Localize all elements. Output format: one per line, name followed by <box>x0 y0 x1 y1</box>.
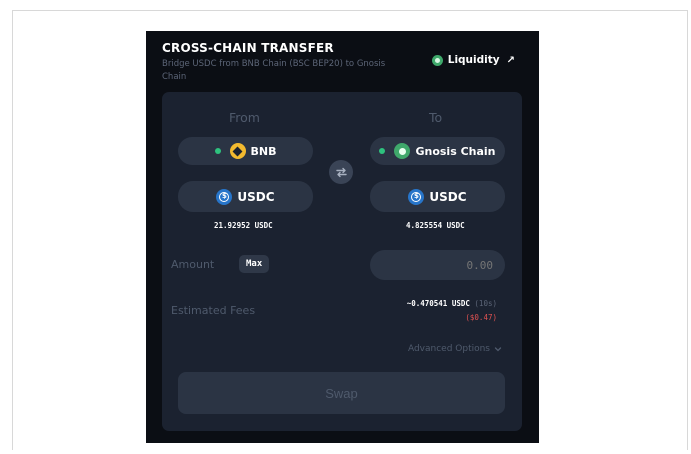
amount-label: Amount <box>171 258 215 271</box>
from-token-label: USDC <box>237 189 275 204</box>
bnb-icon <box>229 143 246 159</box>
estimated-fees-value: ~0.470541 USDC (10s) ($0.47) <box>407 297 497 325</box>
fee-time: (10s) <box>474 299 497 308</box>
fee-usd: ($0.47) <box>465 313 497 322</box>
swap-button[interactable]: Swap <box>178 372 505 414</box>
status-dot-icon <box>214 148 221 154</box>
fee-amount: ~0.470541 USDC <box>406 299 470 308</box>
amount-input[interactable] <box>370 250 505 280</box>
transfer-panel: From To BNB Gnosis Chain $ USDC $ USDC 2… <box>162 92 522 431</box>
swap-direction-button[interactable] <box>329 160 353 184</box>
liquidity-label: Liquidity <box>447 54 500 66</box>
from-chain-selector[interactable]: BNB <box>178 137 313 165</box>
max-button[interactable]: Max <box>239 255 270 273</box>
card-title: CROSS-CHAIN TRANSFER <box>162 41 334 55</box>
gnosis-logo-icon <box>431 54 443 66</box>
from-token-selector[interactable]: $ USDC <box>178 181 313 212</box>
from-heading: From <box>229 110 260 125</box>
usdc-icon: $ <box>408 188 425 205</box>
to-token-label: USDC <box>429 189 467 204</box>
usdc-icon: $ <box>216 188 233 205</box>
to-chain-label: Gnosis Chain <box>415 144 496 158</box>
card-subtitle: Bridge USDC from BNB Chain (BSC BEP20) t… <box>162 59 386 82</box>
cross-chain-transfer-card: CROSS-CHAIN TRANSFER Bridge USDC from BN… <box>146 31 539 443</box>
advanced-options-label: Advanced Options <box>407 344 490 354</box>
to-heading: To <box>429 110 443 125</box>
from-balance: 21.92952 USDC <box>214 221 273 230</box>
external-link-icon: ↗ <box>506 54 515 66</box>
to-balance: 4.825554 USDC <box>406 221 465 230</box>
liquidity-link[interactable]: Liquidity ↗ <box>431 54 515 66</box>
status-dot-icon <box>379 148 386 154</box>
chevron-down-icon <box>494 347 502 352</box>
swap-arrows-icon <box>335 167 347 177</box>
gnosis-icon <box>394 143 411 159</box>
estimated-fees-label: Estimated Fees <box>171 304 256 317</box>
to-token-selector[interactable]: $ USDC <box>370 181 505 212</box>
advanced-options-toggle[interactable]: Advanced Options <box>408 344 502 354</box>
to-chain-selector[interactable]: Gnosis Chain <box>370 137 505 165</box>
from-chain-label: BNB <box>250 144 277 158</box>
